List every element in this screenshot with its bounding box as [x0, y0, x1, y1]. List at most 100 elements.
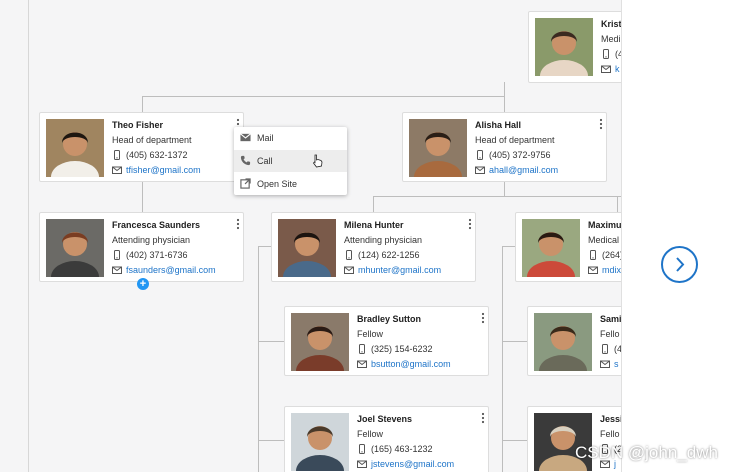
avatar — [278, 219, 336, 277]
mobile-icon — [477, 150, 483, 160]
connector — [258, 246, 271, 247]
connector — [142, 96, 505, 97]
connector — [504, 182, 505, 196]
employee-card-maximus[interactable]: Maximu Medical (264) mdix — [515, 212, 621, 282]
mail-icon — [475, 166, 485, 174]
employee-phone: (4 — [601, 49, 621, 59]
mobile-icon — [602, 344, 608, 354]
menu-item-call[interactable]: Call — [234, 150, 347, 172]
right-panel — [621, 0, 743, 472]
avatar — [291, 413, 349, 471]
employee-email[interactable]: s — [600, 359, 619, 369]
mobile-icon — [114, 150, 120, 160]
connector — [373, 196, 621, 197]
employee-card-milena[interactable]: Milena Hunter Attending physician (124) 62… — [271, 212, 476, 282]
employee-name: Bradley Sutton — [357, 314, 422, 324]
mobile-icon — [359, 344, 365, 354]
employee-email[interactable]: ahall@gmail.com — [475, 165, 558, 175]
employee-phone: (325) 154-6232 — [357, 344, 433, 354]
menu-item-open-site[interactable]: Open Site — [234, 173, 347, 195]
org-chart-canvas[interactable]: Krist Medi (4 k Theo Fisher Head of departme… — [0, 0, 621, 472]
employee-role: Head of department — [112, 135, 192, 145]
context-menu: Mail Call Open Site — [234, 127, 347, 195]
menu-item-mail[interactable]: Mail — [234, 127, 347, 149]
employee-role: Medical — [588, 235, 620, 245]
avatar — [522, 219, 580, 277]
employee-card-alisha[interactable]: Alisha Hall Head of department (405) 372-9… — [402, 112, 607, 182]
more-vertical-icon[interactable] — [467, 218, 473, 230]
connector — [258, 246, 259, 472]
employee-name: Francesca Saunders — [112, 220, 201, 230]
mail-icon — [344, 266, 354, 274]
employee-role: Attending physician — [344, 235, 423, 245]
connector — [502, 440, 527, 441]
mail-icon — [601, 65, 611, 73]
employee-phone: (264) — [588, 250, 621, 260]
mobile-icon — [590, 250, 596, 260]
more-vertical-icon[interactable] — [480, 412, 486, 424]
more-vertical-icon[interactable] — [235, 218, 241, 230]
mail-icon — [357, 460, 367, 468]
cursor-hand-icon — [312, 154, 323, 168]
employee-name: Sami — [600, 314, 621, 324]
employee-email[interactable]: mhunter@gmail.com — [344, 265, 441, 275]
employee-card-theo[interactable]: Theo Fisher Head of department (405) 632-1… — [39, 112, 244, 182]
connector — [258, 440, 284, 441]
external-link-icon — [240, 178, 251, 189]
employee-name: Jessi — [600, 414, 621, 424]
employee-phone: (405) 372-9756 — [475, 150, 551, 160]
avatar — [46, 119, 104, 177]
employee-card-bradley[interactable]: Bradley Sutton Fellow (325) 154-6232 bsutto… — [284, 306, 489, 376]
next-page-button[interactable] — [661, 246, 698, 283]
connector — [142, 182, 143, 212]
mobile-icon — [603, 49, 609, 59]
employee-role: Head of department — [475, 135, 555, 145]
avatar — [535, 18, 593, 76]
employee-role: Fellow — [357, 329, 384, 339]
connector — [258, 341, 284, 342]
employee-role: Fello — [600, 429, 620, 439]
mobile-icon — [346, 250, 352, 260]
employee-name: Joel Stevens — [357, 414, 413, 424]
employee-role: Attending physician — [112, 235, 191, 245]
connector — [617, 196, 618, 212]
mail-icon — [240, 133, 251, 142]
connector — [504, 82, 505, 96]
employee-card-joel[interactable]: Joel Stevens Fellow (165) 463-1232 jstevens… — [284, 406, 489, 472]
employee-email[interactable]: fsaunders@gmail.com — [112, 265, 216, 275]
employee-name: Maximu — [588, 220, 621, 230]
employee-name: Theo Fisher — [112, 120, 164, 130]
mail-icon — [357, 360, 367, 368]
employee-card-francesca[interactable]: Francesca Saunders Attending physician (40… — [39, 212, 244, 282]
connector — [502, 246, 515, 247]
mobile-icon — [114, 250, 120, 260]
mobile-icon — [359, 444, 365, 454]
employee-email[interactable]: mdix — [588, 265, 621, 275]
employee-card-kristen[interactable]: Krist Medi (4 k — [528, 11, 621, 83]
employee-card-sami[interactable]: Sami Fello (4 s — [527, 306, 621, 376]
employee-name: Milena Hunter — [344, 220, 404, 230]
more-vertical-icon[interactable] — [480, 312, 486, 324]
employee-email[interactable]: jstevens@gmail.com — [357, 459, 454, 469]
employee-phone: (165) 463-1232 — [357, 444, 433, 454]
employee-email[interactable]: k — [601, 64, 620, 74]
watermark: CSDN @john_dwh — [575, 443, 718, 462]
connector — [142, 96, 143, 112]
mail-icon — [112, 266, 122, 274]
employee-email[interactable]: bsutton@gmail.com — [357, 359, 451, 369]
employee-name: Krist — [601, 19, 621, 29]
employee-role: Medi — [601, 34, 621, 44]
employee-email[interactable]: tfisher@gmail.com — [112, 165, 201, 175]
mail-icon — [588, 266, 598, 274]
avatar — [46, 219, 104, 277]
employee-phone: (4 — [600, 344, 621, 354]
employee-name: Alisha Hall — [475, 120, 522, 130]
employee-role: Fello — [600, 329, 620, 339]
more-vertical-icon[interactable] — [598, 118, 604, 130]
avatar — [534, 313, 592, 371]
connector — [502, 341, 527, 342]
add-child-button[interactable]: + — [137, 278, 149, 290]
connector — [373, 196, 374, 212]
chevron-right-icon — [676, 257, 685, 272]
employee-phone: (405) 632-1372 — [112, 150, 188, 160]
